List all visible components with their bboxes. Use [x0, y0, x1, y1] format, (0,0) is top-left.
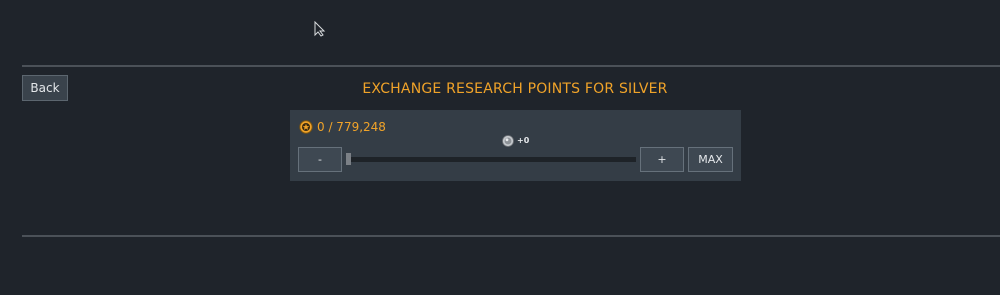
research-points-icon [299, 120, 313, 134]
max-button[interactable]: MAX [688, 147, 733, 172]
increase-button[interactable]: + [640, 147, 684, 172]
silver-gain-row: +0 [502, 134, 529, 148]
research-points-row: 0 / 779,248 [299, 119, 386, 135]
page-title: EXCHANGE RESEARCH POINTS FOR SILVER [362, 81, 668, 97]
research-points-value: 0 / 779,248 [317, 120, 386, 134]
cursor-arrow-icon [314, 21, 326, 37]
silver-coin-icon [502, 135, 514, 147]
amount-slider-handle[interactable] [346, 153, 351, 165]
decrease-button[interactable]: - [298, 147, 342, 172]
top-divider [22, 65, 1000, 67]
amount-slider-track[interactable] [346, 157, 636, 162]
exchange-panel: 0 / 779,248 +0 - + MAX [290, 110, 741, 181]
silver-gain-value: +0 [517, 136, 530, 145]
bottom-divider [22, 235, 1000, 237]
